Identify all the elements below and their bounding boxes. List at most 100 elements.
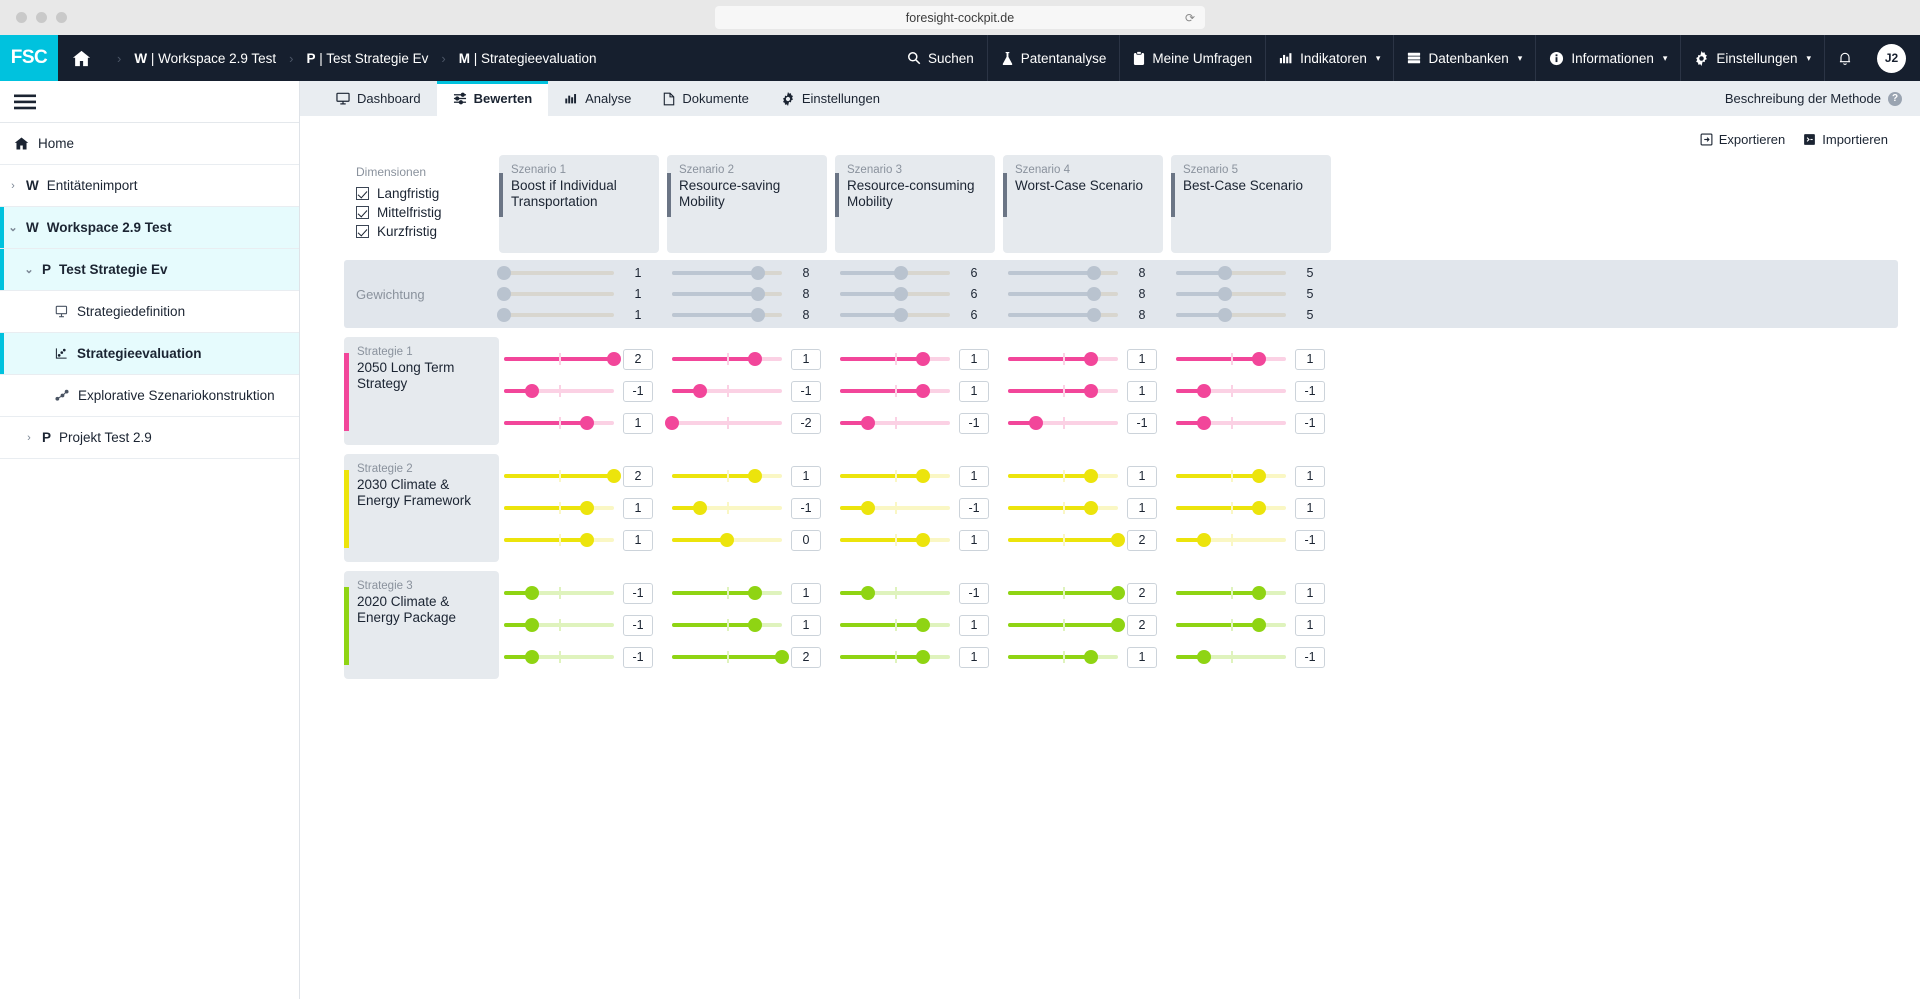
notifications-button[interactable] bbox=[1824, 35, 1865, 81]
rating-s3-sc3-d1-slider-handle[interactable] bbox=[860, 586, 875, 600]
rating-s3-sc3-d3-slider[interactable] bbox=[840, 650, 950, 664]
weighting-s2-d2-slider-handle[interactable] bbox=[750, 287, 765, 301]
import-button[interactable]: Importieren bbox=[1803, 132, 1888, 147]
weighting-s3-d3-slider[interactable] bbox=[840, 308, 950, 322]
rating-s1-sc2-d2-slider-handle[interactable] bbox=[692, 384, 707, 398]
rating-s1-sc2-d2-slider[interactable] bbox=[672, 384, 782, 398]
rating-value-s2-sc4-d1[interactable]: 1 bbox=[1127, 465, 1157, 487]
breadcrumb-item-project[interactable]: P | Test Strategie Ev bbox=[307, 51, 429, 66]
close-window-button[interactable] bbox=[16, 12, 27, 23]
rating-value-s3-sc2-d3[interactable]: 2 bbox=[791, 646, 821, 668]
rating-s3-sc2-d1-slider[interactable] bbox=[672, 586, 782, 600]
weighting-s2-d1-slider[interactable] bbox=[672, 266, 782, 280]
rating-value-s3-sc1-d2[interactable]: -1 bbox=[623, 614, 653, 636]
rating-value-s2-sc5-d3[interactable]: -1 bbox=[1295, 529, 1325, 551]
rating-s2-sc5-d3-slider-handle[interactable] bbox=[1196, 533, 1211, 547]
rating-s1-sc3-d1-slider[interactable] bbox=[840, 352, 950, 366]
weighting-s4-d2-slider-handle[interactable] bbox=[1086, 287, 1101, 301]
rating-s3-sc4-d1-slider[interactable] bbox=[1008, 586, 1125, 600]
rating-s1-sc4-d2-slider-handle[interactable] bbox=[1083, 384, 1098, 398]
weighting-s5-d3-slider[interactable] bbox=[1176, 308, 1286, 322]
rating-s1-sc3-d3-slider-handle[interactable] bbox=[860, 416, 875, 430]
rating-s2-sc3-d2-slider-handle[interactable] bbox=[860, 501, 875, 515]
strategy-card-2030-climate-energy-framework[interactable]: Strategie 2 2030 Climate & Energy Framewo… bbox=[344, 454, 499, 562]
sidebar-item-entitaetenimport[interactable]: › W Entitätenimport bbox=[0, 165, 299, 207]
rating-s2-sc1-d3-slider-handle[interactable] bbox=[579, 533, 594, 547]
rating-value-s2-sc3-d2[interactable]: -1 bbox=[959, 497, 989, 519]
chevron-right-icon[interactable]: › bbox=[16, 432, 42, 444]
rating-value-s3-sc5-d3[interactable]: -1 bbox=[1295, 646, 1325, 668]
rating-s3-sc4-d2-slider[interactable] bbox=[1008, 618, 1125, 632]
weighting-s4-d3-slider[interactable] bbox=[1008, 308, 1118, 322]
rating-s3-sc3-d2-slider-handle[interactable] bbox=[915, 618, 930, 632]
rating-s1-sc3-d2-slider[interactable] bbox=[840, 384, 950, 398]
rating-value-s1-sc2-d3[interactable]: -2 bbox=[791, 412, 821, 434]
rating-value-s1-sc1-d3[interactable]: 1 bbox=[623, 412, 653, 434]
tab-bewerten[interactable]: Bewerten bbox=[436, 81, 549, 116]
nav-item-einstellungen[interactable]: Einstellungen ▾ bbox=[1680, 35, 1824, 81]
nav-item-informationen[interactable]: Informationen ▾ bbox=[1535, 35, 1680, 81]
home-icon[interactable] bbox=[58, 35, 104, 81]
rating-s2-sc3-d2-slider[interactable] bbox=[840, 501, 950, 515]
rating-s1-sc2-d3-slider-handle[interactable] bbox=[665, 416, 679, 430]
rating-s2-sc5-d3-slider[interactable] bbox=[1176, 533, 1286, 547]
rating-s1-sc4-d1-slider-handle[interactable] bbox=[1083, 352, 1098, 366]
rating-s2-sc2-d2-slider[interactable] bbox=[672, 501, 782, 515]
rating-s1-sc5-d2-slider-handle[interactable] bbox=[1196, 384, 1211, 398]
dimension-checkbox-kurzfristig[interactable]: Kurzfristig bbox=[356, 224, 499, 239]
checkbox-icon[interactable] bbox=[356, 206, 369, 219]
tab-dashboard[interactable]: Dashboard bbox=[320, 81, 437, 116]
nav-item-indikatoren[interactable]: Indikatoren ▾ bbox=[1265, 35, 1393, 81]
rating-s3-sc2-d2-slider-handle[interactable] bbox=[747, 618, 762, 632]
weighting-s2-d3-slider[interactable] bbox=[672, 308, 782, 322]
rating-s2-sc1-d1-slider-handle[interactable] bbox=[607, 469, 621, 483]
sidebar-item-strategieevaluation[interactable]: Strategieevaluation bbox=[0, 333, 299, 375]
strategy-card-2050-long-term-strategy[interactable]: Strategie 1 2050 Long Term Strategy bbox=[344, 337, 499, 445]
rating-value-s2-sc2-d3[interactable]: 0 bbox=[791, 529, 821, 551]
rating-s1-sc1-d3-slider[interactable] bbox=[504, 416, 614, 430]
rating-s1-sc1-d1-slider-handle[interactable] bbox=[607, 352, 621, 366]
rating-s2-sc5-d2-slider[interactable] bbox=[1176, 501, 1286, 515]
dimension-checkbox-langfristig[interactable]: Langfristig bbox=[356, 186, 499, 201]
avatar[interactable]: J2 bbox=[1877, 43, 1906, 73]
weighting-s5-d1-slider[interactable] bbox=[1176, 266, 1286, 280]
rating-s3-sc3-d1-slider[interactable] bbox=[840, 586, 950, 600]
rating-s1-sc2-d3-slider[interactable] bbox=[665, 416, 782, 430]
rating-s3-sc1-d2-slider[interactable] bbox=[504, 618, 614, 632]
weighting-s2-d2-slider[interactable] bbox=[672, 287, 782, 301]
sidebar-item-strategiedefinition[interactable]: Strategiedefinition bbox=[0, 291, 299, 333]
rating-s2-sc2-d1-slider[interactable] bbox=[672, 469, 782, 483]
rating-value-s2-sc3-d3[interactable]: 1 bbox=[959, 529, 989, 551]
rating-s3-sc5-d3-slider[interactable] bbox=[1176, 650, 1286, 664]
rating-value-s3-sc5-d2[interactable]: 1 bbox=[1295, 614, 1325, 636]
weighting-s4-d1-slider[interactable] bbox=[1008, 266, 1118, 280]
rating-value-s2-sc2-d1[interactable]: 1 bbox=[791, 465, 821, 487]
breadcrumb-item-workspace[interactable]: W | Workspace 2.9 Test bbox=[134, 51, 276, 66]
rating-value-s3-sc1-d3[interactable]: -1 bbox=[623, 646, 653, 668]
rating-s1-sc1-d2-slider[interactable] bbox=[504, 384, 614, 398]
weighting-s2-d3-slider-handle[interactable] bbox=[750, 308, 765, 322]
rating-s2-sc1-d3-slider[interactable] bbox=[504, 533, 614, 547]
maximize-window-button[interactable] bbox=[56, 12, 67, 23]
sidebar-item-test-strategie-ev[interactable]: ⌄ P Test Strategie Ev bbox=[0, 249, 299, 291]
rating-s2-sc3-d1-slider-handle[interactable] bbox=[915, 469, 930, 483]
weighting-s1-d2-slider-handle[interactable] bbox=[497, 287, 511, 301]
rating-s1-sc5-d1-slider-handle[interactable] bbox=[1251, 352, 1266, 366]
breadcrumb-item-module[interactable]: M | Strategieevaluation bbox=[459, 51, 597, 66]
rating-s3-sc3-d3-slider-handle[interactable] bbox=[915, 650, 930, 664]
weighting-s4-d3-slider-handle[interactable] bbox=[1086, 308, 1101, 322]
rating-value-s3-sc4-d2[interactable]: 2 bbox=[1127, 614, 1157, 636]
minimize-window-button[interactable] bbox=[36, 12, 47, 23]
rating-s3-sc2-d3-slider[interactable] bbox=[672, 650, 789, 664]
rating-s3-sc4-d2-slider-handle[interactable] bbox=[1111, 618, 1125, 632]
rating-s1-sc4-d3-slider[interactable] bbox=[1008, 416, 1118, 430]
rating-s3-sc2-d2-slider[interactable] bbox=[672, 618, 782, 632]
weighting-s1-d1-slider-handle[interactable] bbox=[497, 266, 511, 280]
sidebar-item-workspace-29-test[interactable]: ⌄ W Workspace 2.9 Test bbox=[0, 207, 299, 249]
nav-item-meine-umfragen[interactable]: Meine Umfragen bbox=[1119, 35, 1265, 81]
rating-value-s1-sc3-d2[interactable]: 1 bbox=[959, 380, 989, 402]
rating-s3-sc3-d2-slider[interactable] bbox=[840, 618, 950, 632]
rating-value-s1-sc1-d1[interactable]: 2 bbox=[623, 348, 653, 370]
chevron-right-icon[interactable]: › bbox=[0, 180, 26, 192]
weighting-s1-d1-slider[interactable] bbox=[497, 266, 614, 280]
